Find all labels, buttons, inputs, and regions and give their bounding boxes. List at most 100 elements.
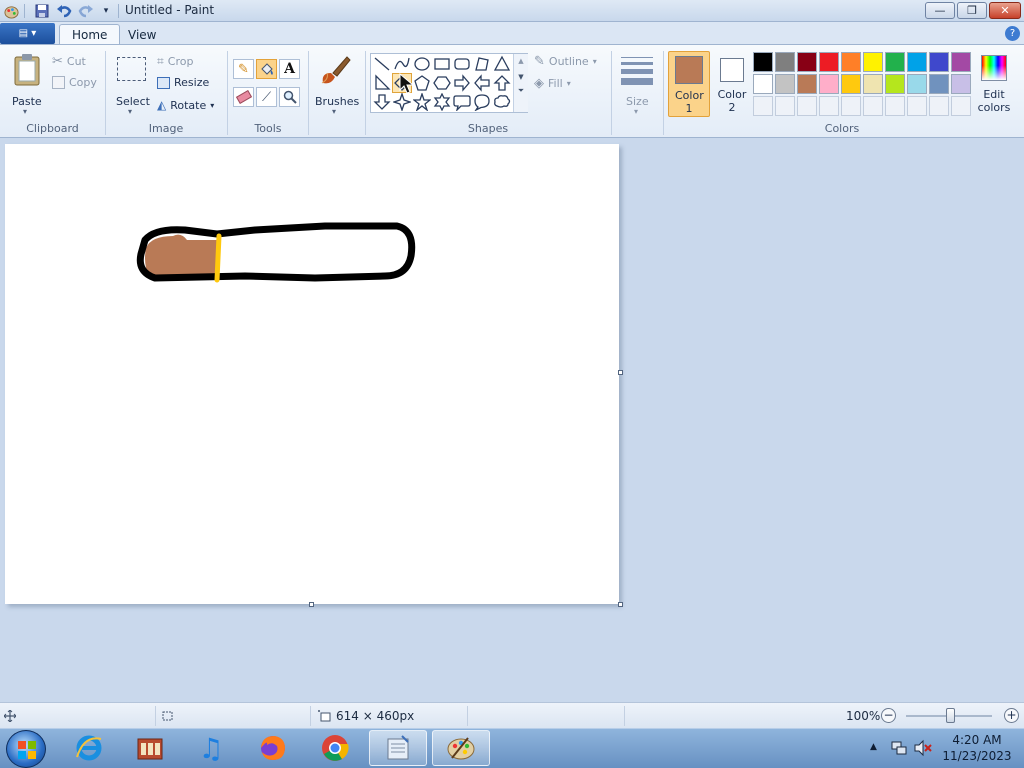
maximize-button[interactable]: ❐ (957, 2, 987, 19)
palette-custom-slot[interactable] (797, 96, 817, 116)
palette-custom-slot[interactable] (775, 96, 795, 116)
pencil-tool[interactable]: ✎ (233, 59, 254, 79)
taskbar-notepad[interactable] (369, 730, 427, 766)
palette-swatch[interactable] (753, 52, 773, 72)
shapes-scrollbar[interactable]: ▲ ▼ ⏷ (513, 54, 528, 112)
redo-icon[interactable] (78, 3, 94, 19)
scroll-up-icon[interactable]: ▲ (514, 57, 528, 65)
color1-button[interactable]: Color 1 (668, 51, 710, 117)
zoom-out-button[interactable]: − (881, 708, 896, 723)
palette-swatch[interactable] (863, 52, 883, 72)
text-tool[interactable]: A (279, 59, 300, 79)
undo-icon[interactable] (56, 3, 72, 19)
magnifier-tool[interactable] (279, 87, 300, 107)
scroll-down-icon[interactable]: ▼ (514, 73, 528, 81)
zoom-slider-thumb[interactable] (946, 708, 955, 723)
brushes-button[interactable]: Brushes ▾ (312, 51, 360, 117)
left-arrow-shape[interactable] (473, 74, 491, 92)
down-arrow-shape[interactable] (373, 93, 391, 111)
paste-button[interactable]: Paste ▾ (8, 51, 46, 117)
oval-shape[interactable] (413, 55, 431, 73)
resize-handle-bottom[interactable] (309, 602, 314, 607)
close-button[interactable]: ✕ (989, 2, 1021, 19)
palette-custom-slot[interactable] (819, 96, 839, 116)
rounded-callout-shape[interactable] (453, 93, 471, 111)
palette-swatch[interactable] (951, 74, 971, 94)
show-hidden-icons-button[interactable]: ▲ (870, 742, 877, 752)
palette-swatch[interactable] (819, 52, 839, 72)
palette-swatch[interactable] (819, 74, 839, 94)
six-point-star-shape[interactable] (433, 93, 451, 111)
cloud-callout-shape[interactable] (493, 93, 511, 111)
cut-button[interactable]: ✂ Cut (52, 54, 86, 69)
zoom-in-button[interactable]: + (1004, 708, 1019, 723)
tab-view[interactable]: View (116, 24, 168, 45)
right-arrow-shape[interactable] (453, 74, 471, 92)
palette-swatch[interactable] (797, 74, 817, 94)
palette-swatch[interactable] (885, 74, 905, 94)
palette-swatch[interactable] (863, 74, 883, 94)
help-icon[interactable]: ? (1005, 26, 1020, 41)
resize-handle-corner[interactable] (618, 602, 623, 607)
taskbar-paint[interactable] (432, 730, 490, 766)
color2-button[interactable]: Color 2 (712, 51, 752, 117)
network-icon[interactable] (890, 739, 908, 757)
color-picker-tool[interactable]: ⟋ (256, 87, 277, 107)
fill-button[interactable]: ◈ Fill ▾ (534, 76, 571, 91)
five-point-star-shape[interactable] (413, 93, 431, 111)
outline-button[interactable]: ✎ Outline ▾ (534, 54, 597, 69)
fill-tool[interactable] (256, 59, 277, 79)
palette-custom-slot[interactable] (951, 96, 971, 116)
resize-button[interactable]: Resize (157, 76, 209, 89)
palette-custom-slot[interactable] (753, 96, 773, 116)
tab-home[interactable]: Home (59, 24, 121, 45)
palette-swatch[interactable] (929, 74, 949, 94)
system-clock[interactable]: 4:20 AM 11/23/2023 (935, 732, 1019, 764)
palette-swatch[interactable] (907, 52, 927, 72)
taskbar-chrome[interactable] (306, 730, 364, 766)
curve-shape[interactable] (393, 55, 411, 73)
four-point-star-shape[interactable] (393, 93, 411, 111)
start-button[interactable] (6, 730, 46, 768)
palette-swatch[interactable] (929, 52, 949, 72)
rotate-button[interactable]: ◭ Rotate ▾ (157, 98, 214, 112)
palette-swatch[interactable] (775, 74, 795, 94)
palette-custom-slot[interactable] (863, 96, 883, 116)
palette-swatch[interactable] (885, 52, 905, 72)
hexagon-shape[interactable] (433, 74, 451, 92)
crop-button[interactable]: ⌗ Crop (157, 54, 193, 69)
palette-swatch[interactable] (841, 52, 861, 72)
volume-muted-icon[interactable] (913, 739, 933, 757)
palette-swatch[interactable] (753, 74, 773, 94)
triangle-shape[interactable] (493, 55, 511, 73)
paint-app-icon[interactable] (3, 3, 19, 19)
shapes-more-icon[interactable]: ⏷ (514, 86, 528, 96)
rounded-rectangle-shape[interactable] (453, 55, 471, 73)
minimize-button[interactable]: — (925, 2, 955, 19)
oval-callout-shape[interactable] (473, 93, 491, 111)
palette-custom-slot[interactable] (907, 96, 927, 116)
up-arrow-shape[interactable] (493, 74, 511, 92)
save-icon[interactable] (34, 3, 50, 19)
palette-swatch[interactable] (775, 52, 795, 72)
palette-custom-slot[interactable] (841, 96, 861, 116)
size-button[interactable]: Size ▾ (616, 51, 658, 117)
taskbar-firefox[interactable] (244, 730, 302, 766)
palette-custom-slot[interactable] (885, 96, 905, 116)
resize-handle-right[interactable] (618, 370, 623, 375)
palette-swatch[interactable] (841, 74, 861, 94)
select-button[interactable]: Select ▾ (112, 51, 152, 117)
drawing-canvas[interactable] (5, 144, 619, 604)
customize-qat-icon[interactable]: ▾ (98, 3, 114, 19)
palette-swatch[interactable] (907, 74, 927, 94)
copy-button[interactable]: Copy (52, 76, 97, 89)
pentagon-shape[interactable] (413, 74, 431, 92)
line-shape[interactable] (373, 55, 391, 73)
right-triangle-shape[interactable] (373, 74, 391, 92)
rectangle-shape[interactable] (433, 55, 451, 73)
eraser-tool[interactable] (233, 87, 254, 107)
taskbar-media-center[interactable] (121, 730, 179, 766)
palette-swatch[interactable] (951, 52, 971, 72)
taskbar-music[interactable]: ♫ (182, 730, 240, 766)
edit-colors-button[interactable]: Edit colors (976, 51, 1012, 117)
